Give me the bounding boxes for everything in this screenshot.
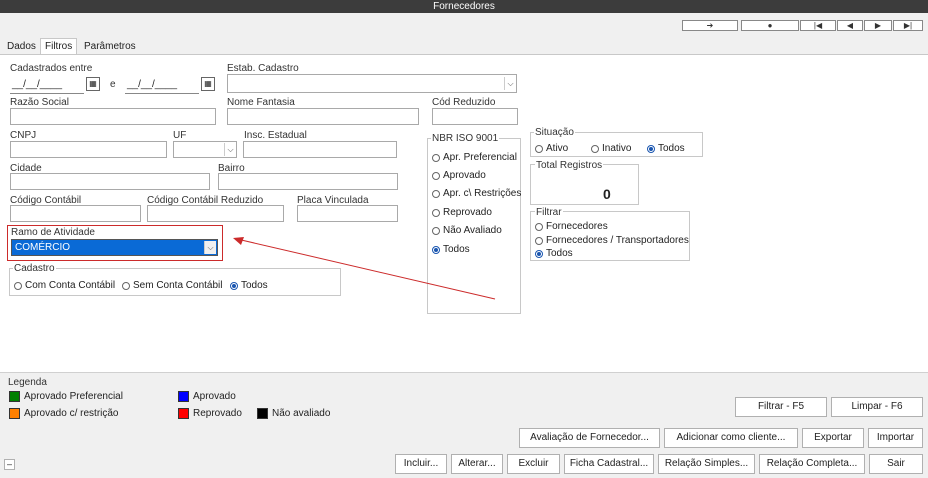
annotation-arrow	[233, 237, 496, 300]
legend-item-nao-avaliado: Não avaliado	[257, 408, 330, 419]
filters-panel: Cadastrados entre __/__/____ ▦ e __/__/_…	[0, 54, 928, 372]
filtrar-button[interactable]: Filtrar - F5	[735, 397, 827, 417]
minimize-button[interactable]: –	[4, 459, 15, 470]
red-swatch-icon	[178, 408, 189, 419]
excluir-button[interactable]: Excluir	[507, 454, 560, 474]
ficha-cadastral-button[interactable]: Ficha Cadastral...	[564, 454, 654, 474]
adicionar-cliente-button[interactable]: Adicionar como cliente...	[664, 428, 798, 448]
nav-go-button[interactable]: ➔	[682, 20, 738, 31]
nav-first-button[interactable]: |◀	[800, 20, 836, 31]
tab-filtros[interactable]: Filtros	[40, 38, 78, 54]
legend-item-aprovado-restricao: Aprovado c/ restrição	[9, 408, 119, 419]
relacao-completa-button[interactable]: Relação Completa...	[759, 454, 865, 474]
nav-next-button[interactable]: ▶	[864, 20, 892, 31]
nav-last-button[interactable]: ▶|	[893, 20, 923, 31]
importar-button[interactable]: Importar	[868, 428, 923, 448]
avaliacao-fornecedor-button[interactable]: Avaliação de Fornecedor...	[519, 428, 660, 448]
tab-parametros[interactable]: Parâmetros	[79, 38, 141, 54]
relacao-simples-button[interactable]: Relação Simples...	[658, 454, 755, 474]
record-navigation-bar: ➔ ● |◀ ◀ ▶ ▶|	[0, 13, 928, 38]
incluir-button[interactable]: Incluir...	[395, 454, 447, 474]
bottom-area: Legenda Aprovado Preferencial Aprovado A…	[0, 372, 928, 478]
blue-swatch-icon	[178, 391, 189, 402]
legend-item-reprovado: Reprovado	[178, 408, 242, 419]
black-swatch-icon	[257, 408, 268, 419]
legend-item-aprovado: Aprovado	[178, 391, 236, 402]
tab-dados[interactable]: Dados	[2, 38, 41, 54]
legend-title: Legenda	[8, 377, 47, 388]
alterar-button[interactable]: Alterar...	[451, 454, 503, 474]
window-title: Fornecedores	[0, 0, 928, 13]
nav-prev-button[interactable]: ◀	[837, 20, 863, 31]
exportar-button[interactable]: Exportar	[802, 428, 864, 448]
sair-button[interactable]: Sair	[869, 454, 923, 474]
legend-item-aprovado-preferencial: Aprovado Preferencial	[9, 391, 123, 402]
green-swatch-icon	[9, 391, 20, 402]
limpar-button[interactable]: Limpar - F6	[831, 397, 923, 417]
orange-swatch-icon	[9, 408, 20, 419]
nav-record-button[interactable]: ●	[741, 20, 799, 31]
